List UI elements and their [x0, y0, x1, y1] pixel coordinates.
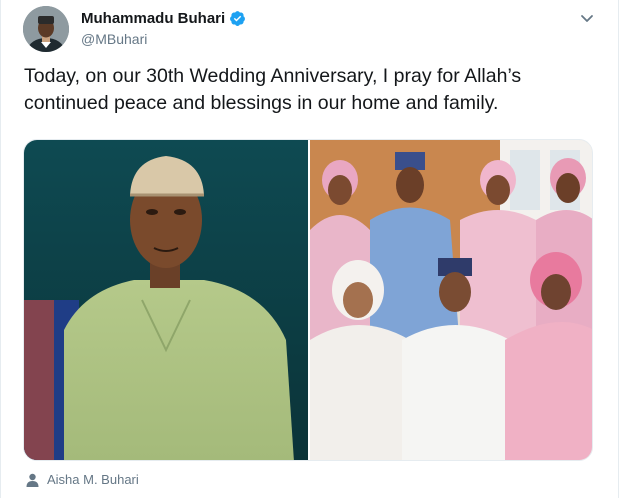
tweet-text: Today, on our 30th Wedding Anniversary, …: [24, 65, 522, 114]
verified-badge-icon: [230, 11, 246, 26]
chevron-down-icon[interactable]: [579, 10, 595, 26]
photo-family[interactable]: [310, 140, 592, 460]
author-display-name[interactable]: Muhammadu Buhari: [81, 10, 225, 27]
avatar[interactable]: [23, 6, 69, 52]
avatar-image: [23, 6, 69, 52]
media-grid: [23, 139, 593, 461]
author-handle[interactable]: @MBuhari: [81, 31, 147, 47]
photo-portrait[interactable]: [24, 140, 308, 460]
tagged-user-name[interactable]: Aisha M. Buhari: [47, 472, 139, 487]
person-icon: [26, 473, 39, 487]
tweet-card: Muhammadu Buhari @MBuhari Today, on our …: [0, 0, 619, 498]
tagged-user-row: Aisha M. Buhari: [26, 472, 139, 487]
author-name-row: Muhammadu Buhari: [81, 10, 246, 27]
